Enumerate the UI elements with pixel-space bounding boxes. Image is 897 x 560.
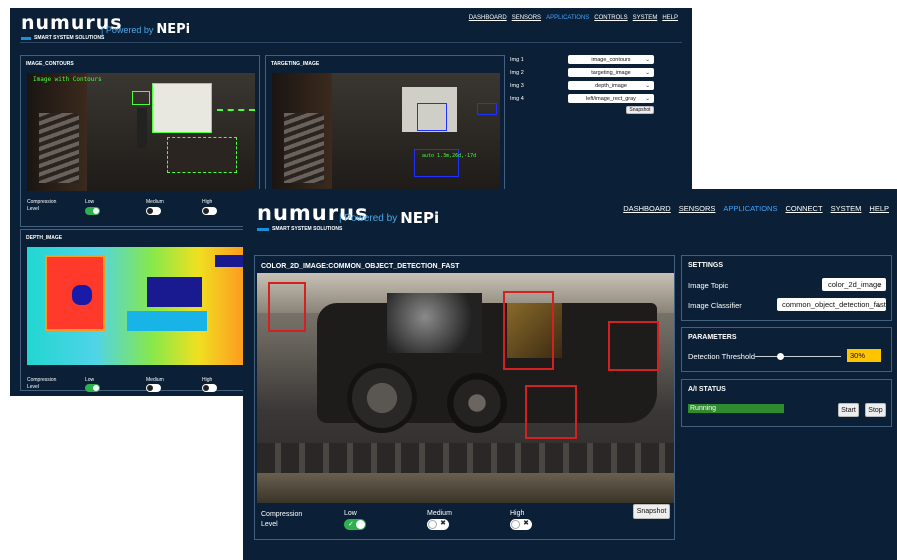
chevron-down-icon: ⌄ [645, 69, 650, 76]
chevron-down-icon: ⌄ [645, 95, 650, 102]
status-badge: Running [688, 404, 784, 413]
powered-by: | Powered by NEPi [339, 209, 440, 227]
img1-select[interactable]: image_contours ⌄ [568, 55, 654, 64]
top-nav: DASHBOARD SENSORS APPLICATIONS CONTROLS … [469, 15, 678, 21]
nav-help[interactable]: HELP [869, 204, 889, 213]
image-topic-select[interactable]: color_2d_image ⌄ [822, 278, 886, 291]
compression-low-toggle[interactable] [85, 207, 100, 215]
threshold-slider-handle[interactable] [777, 353, 785, 360]
snapshot-button[interactable]: Snapshot [633, 504, 670, 519]
nav-sensors[interactable]: SENSORS [512, 15, 541, 21]
image-classifier-select[interactable]: common_object_detection_fast ⌄ [777, 298, 886, 311]
compression-low-toggle[interactable]: ✓ [344, 519, 366, 530]
powered-by: | Powered by NEPi [101, 22, 191, 37]
chevron-down-icon: ⌄ [645, 82, 650, 89]
nav-help[interactable]: HELP [662, 15, 678, 21]
start-button[interactable]: Start [838, 403, 859, 417]
detection-box [268, 282, 306, 332]
targeting-image: auto 1.3m,26d,-17d [272, 73, 500, 191]
detection-box [525, 385, 577, 439]
compression-medium-toggle[interactable] [146, 207, 161, 215]
compression-high-toggle[interactable] [202, 207, 217, 215]
depth-image [27, 247, 255, 365]
depth-image-panel: DEPTH_IMAGE Compression Level Low Medium… [20, 229, 260, 392]
nav-sensors[interactable]: SENSORS [679, 204, 716, 213]
img4-select[interactable]: left/image_rect_gray ⌄ [568, 94, 654, 103]
nav-dashboard[interactable]: DASHBOARD [469, 15, 507, 21]
image-contours-panel: IMAGE_CONTOURS Image with Contours Compr… [20, 55, 260, 227]
chevron-down-icon: ⌄ [875, 300, 882, 309]
depth-compression-low-toggle[interactable] [85, 384, 100, 392]
front-window: numurus SMART SYSTEM SOLUTIONS | Powered… [243, 189, 897, 560]
chevron-down-icon: ⌄ [875, 280, 882, 289]
nav-applications[interactable]: APPLICATIONS [546, 15, 589, 21]
img2-select[interactable]: targeting_image ⌄ [568, 68, 654, 77]
chevron-down-icon: ⌄ [645, 56, 650, 63]
depth-compression-high-toggle[interactable] [202, 384, 217, 392]
threshold-value-input[interactable]: 30% [847, 349, 881, 362]
compression-medium-toggle[interactable]: ✖ [427, 519, 449, 530]
nav-controls[interactable]: CONTROLS [594, 15, 627, 21]
contours-image: Image with Contours [27, 73, 255, 191]
snapshot-button[interactable]: Snapshot [626, 106, 654, 114]
stop-button[interactable]: Stop [865, 403, 886, 417]
nav-system[interactable]: SYSTEM [633, 15, 658, 21]
img3-select[interactable]: depth_image ⌄ [568, 81, 654, 90]
depth-compression-medium-toggle[interactable] [146, 384, 161, 392]
detection-box [608, 321, 659, 371]
settings-panel: SETTINGS Image Topic color_2d_image ⌄ Ima… [681, 255, 892, 321]
detection-image [257, 273, 674, 503]
ai-status-panel: A/I STATUS Running Start Stop [681, 379, 892, 427]
parameters-panel: PARAMETERS Detection Threshold 30% [681, 327, 892, 372]
detection-image-panel: COLOR_2D_IMAGE:COMMON_OBJECT_DETECTION_F… [254, 255, 675, 540]
compression-high-toggle[interactable]: ✖ [510, 519, 532, 530]
nav-system[interactable]: SYSTEM [831, 204, 862, 213]
threshold-slider[interactable] [755, 353, 841, 360]
nav-connect[interactable]: CONNECT [785, 204, 822, 213]
top-nav: DASHBOARD SENSORS APPLICATIONS CONNECT S… [623, 204, 889, 213]
nav-applications[interactable]: APPLICATIONS [723, 204, 777, 213]
nav-dashboard[interactable]: DASHBOARD [623, 204, 671, 213]
detection-box [503, 291, 554, 370]
